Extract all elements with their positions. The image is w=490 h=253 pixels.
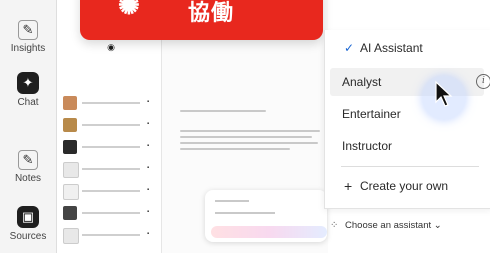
notebook-logo-icon: ◉ — [107, 42, 115, 52]
menu-item-ai-assistant[interactable]: ✓ AI Assistant — [330, 34, 484, 62]
card-text-line — [215, 212, 275, 214]
chat-text-line — [180, 130, 320, 132]
sources-icon: ▣ — [17, 206, 39, 228]
remove-source-icon[interactable]: ▪ — [147, 187, 149, 193]
source-row[interactable]: ▪ — [63, 94, 159, 112]
mouse-pointer-icon — [435, 80, 453, 107]
source-row[interactable]: ▪ — [63, 204, 159, 222]
rail-label-notes: Notes — [14, 173, 42, 184]
chat-icon: ✦ — [17, 72, 39, 94]
plus-icon: + — [344, 178, 353, 194]
remove-source-icon[interactable]: ▪ — [147, 165, 149, 171]
checkmark-icon: ✓ — [344, 41, 355, 55]
menu-divider — [341, 166, 479, 167]
chat-text-line — [180, 148, 290, 150]
menu-item-label: Entertainer — [342, 107, 401, 121]
menu-item-label: AI Assistant — [360, 41, 423, 55]
source-row[interactable]: ▪ — [63, 226, 159, 244]
handshake-icon: ✺ — [118, 0, 140, 20]
source-title — [82, 212, 140, 214]
source-thumbnail — [63, 140, 77, 154]
card-text-line — [215, 200, 249, 202]
source-thumbnail — [63, 206, 77, 220]
source-title — [82, 124, 140, 126]
source-title — [82, 102, 140, 104]
chat-text-line — [180, 110, 266, 112]
source-thumbnail — [63, 162, 79, 178]
left-rail: ✎ Insights ✦ Chat ✎ Notes ▣ Sources — [0, 0, 57, 253]
menu-item-label: Analyst — [342, 75, 382, 89]
collaboration-toast: ✺ 協働 — [80, 0, 323, 40]
remove-source-icon[interactable]: ▪ — [147, 99, 149, 105]
create-your-own-button[interactable]: + Create your own — [330, 172, 484, 200]
rail-item-chat[interactable]: ✦ Chat — [0, 72, 56, 108]
chat-text-line — [180, 142, 318, 144]
assistant-menu: ✓ AI Assistant Analyst i Entertainer Ins… — [324, 30, 490, 209]
source-title — [82, 234, 140, 236]
notes-icon: ✎ — [18, 150, 38, 170]
source-row[interactable]: ▪ — [63, 160, 159, 178]
source-row[interactable]: ▪ — [63, 138, 159, 156]
suggestion-card[interactable] — [205, 190, 327, 242]
source-thumbnail — [63, 96, 77, 110]
rail-label-sources: Sources — [9, 231, 47, 242]
sparkle-icon: ⁘ — [330, 220, 339, 231]
remove-source-icon[interactable]: ▪ — [147, 143, 149, 149]
insights-icon: ✎ — [18, 20, 38, 40]
source-row[interactable]: ▪ — [63, 116, 159, 134]
remove-source-icon[interactable]: ▪ — [147, 209, 149, 215]
chevron-down-icon: ⌄ — [433, 220, 442, 231]
remove-source-icon[interactable]: ▪ — [147, 121, 149, 127]
menu-item-label: Instructor — [342, 139, 393, 153]
source-title — [82, 168, 140, 170]
remove-source-icon[interactable]: ▪ — [147, 231, 149, 237]
rail-item-insights[interactable]: ✎ Insights — [0, 20, 56, 54]
rail-item-sources[interactable]: ▣ Sources — [0, 206, 56, 242]
card-input-glow — [211, 226, 327, 238]
menu-item-instructor[interactable]: Instructor — [330, 132, 484, 160]
info-icon[interactable]: i — [476, 74, 490, 89]
source-thumbnail — [63, 184, 79, 200]
source-title — [82, 146, 140, 148]
source-title — [82, 190, 140, 192]
source-thumbnail — [63, 228, 79, 244]
create-label: Create your own — [360, 179, 449, 193]
choose-assistant-button[interactable]: ⁘ Choose an assistant ⌄ — [330, 220, 442, 231]
choose-assistant-label: Choose an assistant — [345, 220, 432, 231]
chat-text-line — [180, 136, 312, 138]
rail-item-notes[interactable]: ✎ Notes — [0, 150, 56, 184]
rail-label-chat: Chat — [17, 97, 39, 108]
source-row[interactable]: ▪ — [63, 182, 159, 200]
toast-text: 協働 — [188, 0, 235, 25]
rail-label-insights: Insights — [10, 43, 46, 54]
source-thumbnail — [63, 118, 77, 132]
